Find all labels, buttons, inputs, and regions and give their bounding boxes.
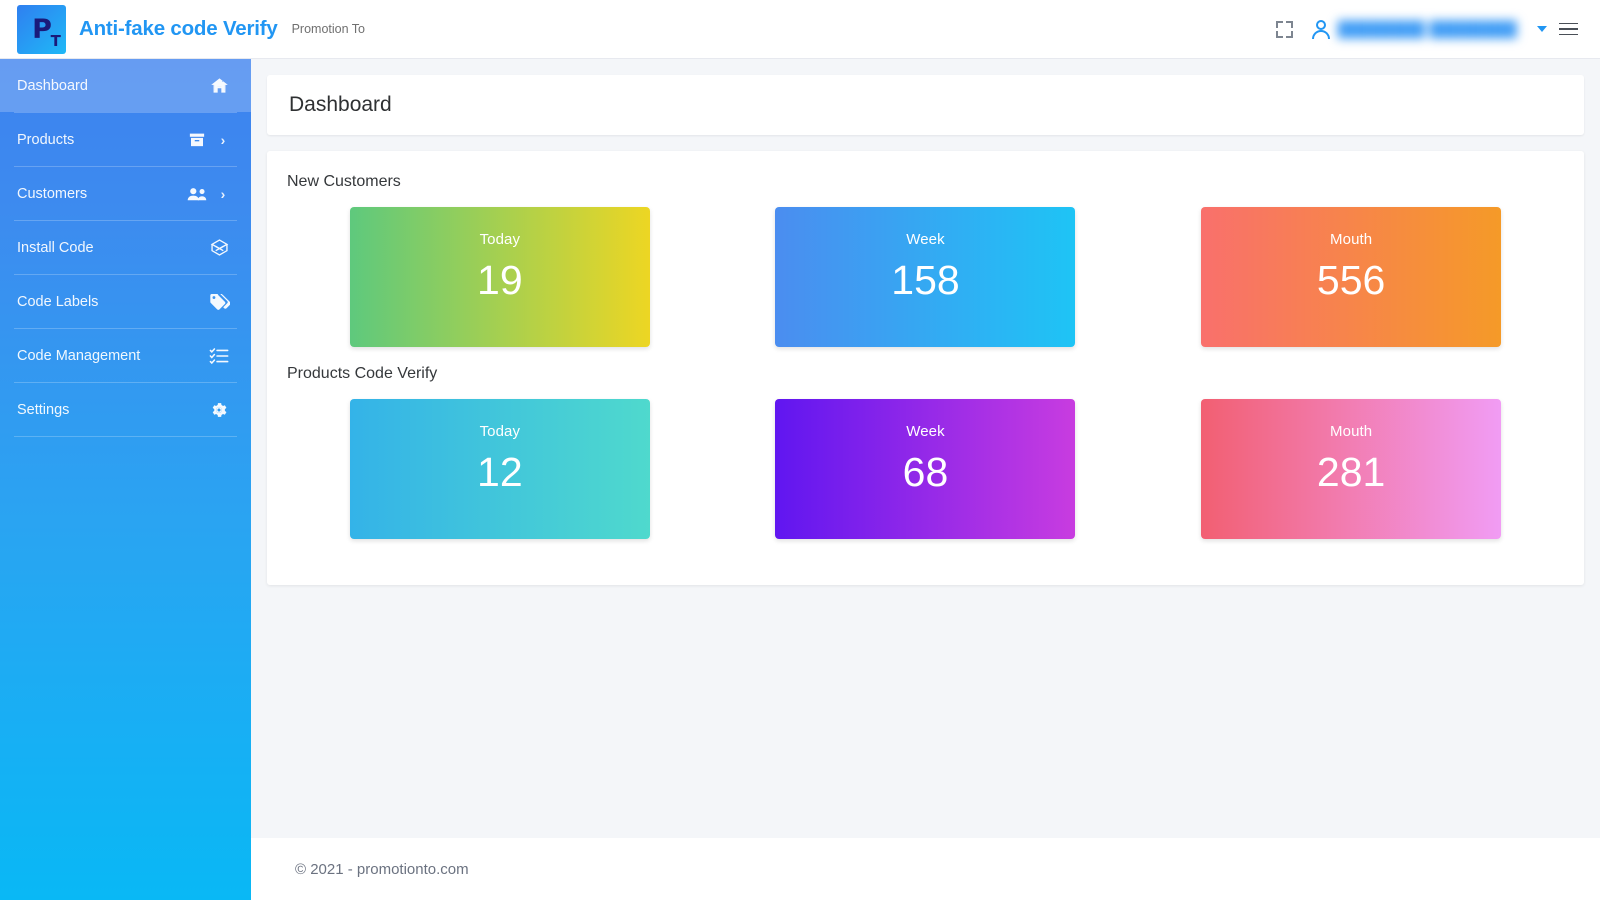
stat-card-products-verify-week[interactable]: Week 68: [775, 399, 1075, 539]
page-footer: © 2021 - promotionto.com: [251, 838, 1600, 900]
stat-card-products-verify-today[interactable]: Today 12: [350, 399, 650, 539]
chevron-right-icon: ›: [216, 186, 230, 202]
sidebar-item-customers[interactable]: Customers ›: [0, 167, 251, 220]
stat-card-label: Week: [906, 231, 944, 248]
stat-card-value: 19: [477, 258, 523, 303]
section-title-new-customers: New Customers: [287, 173, 1564, 191]
stat-card-value: 281: [1317, 450, 1385, 495]
sidebar-item-label: Settings: [17, 402, 208, 418]
stat-card-products-verify-mouth[interactable]: Mouth 281: [1201, 399, 1501, 539]
gear-icon: [208, 399, 230, 421]
hamburger-menu-button[interactable]: [1553, 23, 1584, 36]
stat-col: Week 68: [713, 399, 1139, 539]
user-name-label: ████████ ████████: [1338, 21, 1517, 38]
logo-letter-t: T: [51, 34, 60, 49]
user-account-icon: [1312, 20, 1330, 39]
stat-col: Mouth 556: [1138, 207, 1564, 347]
fullscreen-expand-button[interactable]: [1267, 9, 1302, 49]
hamburger-bar: [1559, 23, 1578, 25]
sidebar-navigation: Dashboard Products › Customers: [0, 59, 251, 900]
section-title-products-code-verify: Products Code Verify: [287, 365, 1564, 383]
stat-col: Mouth 281: [1138, 399, 1564, 539]
brand-subtitle: Promotion To: [292, 22, 365, 36]
users-icon: [186, 183, 208, 205]
top-navigation-bar: P T Anti-fake code Verify Promotion To █…: [0, 0, 1600, 59]
hamburger-bar: [1559, 28, 1578, 30]
stat-row-products-code-verify: Today 12 Week 68 Mouth 281: [287, 399, 1564, 539]
stat-card-new-customers-mouth[interactable]: Mouth 556: [1201, 207, 1501, 347]
stat-card-new-customers-today[interactable]: Today 19: [350, 207, 650, 347]
stat-card-value: 556: [1317, 258, 1385, 303]
sidebar-item-label: Dashboard: [17, 78, 208, 94]
sidebar-item-settings[interactable]: Settings: [0, 383, 251, 436]
sidebar-item-label: Code Management: [17, 348, 208, 364]
chevron-right-icon: ›: [216, 132, 230, 148]
stat-card-label: Week: [906, 423, 944, 440]
stat-card-new-customers-week[interactable]: Week 158: [775, 207, 1075, 347]
chevron-down-icon: [1537, 26, 1547, 32]
sidebar-item-label: Code Labels: [17, 294, 208, 310]
stat-card-label: Mouth: [1330, 423, 1372, 440]
pt-logo-icon: P T: [17, 5, 66, 54]
topbar-actions: ████████ ████████: [1267, 9, 1600, 49]
stat-card-value: 12: [477, 450, 523, 495]
cube-icon: [208, 237, 230, 259]
hamburger-bar: [1559, 34, 1578, 36]
sidebar-divider: [14, 436, 237, 437]
user-account-menu[interactable]: ████████ ████████: [1302, 20, 1553, 39]
box-icon: [186, 129, 208, 151]
tags-icon: [208, 291, 230, 313]
stat-card-label: Mouth: [1330, 231, 1372, 248]
sidebar-item-label: Install Code: [17, 240, 208, 256]
list-check-icon: [208, 345, 230, 367]
stat-col: Today 12: [287, 399, 713, 539]
fullscreen-expand-icon: [1276, 21, 1293, 38]
stat-col: Today 19: [287, 207, 713, 347]
footer-copyright: © 2021 - promotionto.com: [295, 861, 469, 878]
stat-col: Week 158: [713, 207, 1139, 347]
brand-title: Anti-fake code Verify: [79, 17, 278, 41]
sidebar-item-dashboard[interactable]: Dashboard: [0, 59, 251, 112]
sidebar-item-label: Products: [17, 132, 186, 148]
stat-card-value: 68: [903, 450, 949, 495]
stat-card-label: Today: [480, 423, 521, 440]
main-content-area: Dashboard New Customers Today 19 Week 15…: [251, 59, 1600, 900]
brand-area[interactable]: P T Anti-fake code Verify Promotion To: [0, 5, 365, 54]
stat-card-label: Today: [480, 231, 521, 248]
home-icon: [208, 75, 230, 97]
sidebar-item-products[interactable]: Products ›: [0, 113, 251, 166]
stat-row-new-customers: Today 19 Week 158 Mouth 556: [287, 207, 1564, 347]
sidebar-item-install-code[interactable]: Install Code: [0, 221, 251, 274]
dashboard-stats-card: New Customers Today 19 Week 158 Mouth 55…: [267, 151, 1584, 585]
stat-card-value: 158: [891, 258, 959, 303]
sidebar-item-code-management[interactable]: Code Management: [0, 329, 251, 382]
page-title: Dashboard: [289, 93, 392, 117]
sidebar-item-code-labels[interactable]: Code Labels: [0, 275, 251, 328]
sidebar-item-label: Customers: [17, 186, 186, 202]
page-header-card: Dashboard: [267, 75, 1584, 135]
logo-letter-p: P: [32, 14, 51, 45]
